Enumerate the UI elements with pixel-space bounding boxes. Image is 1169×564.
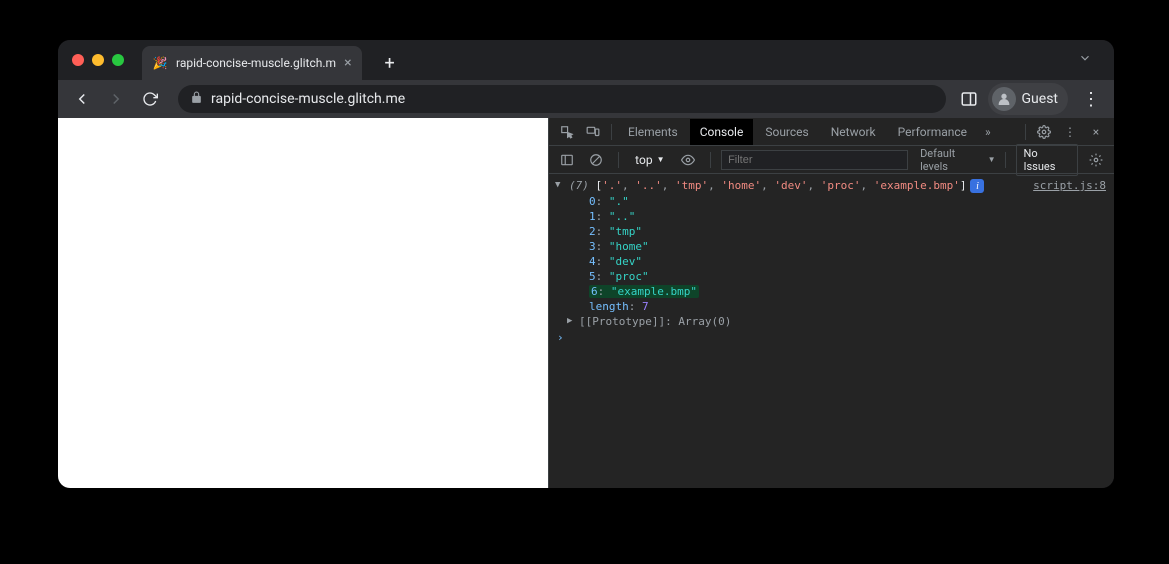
page-viewport[interactable] [58,118,548,488]
traffic-lights [72,54,124,66]
console-toolbar: top ▼ Default levels ▼ No Issues [549,146,1114,174]
array-entry-row[interactable]: 5: "proc" [549,269,1114,284]
console-sidebar-toggle[interactable] [555,148,579,172]
console-prompt[interactable]: › [549,329,1114,346]
clear-console-button[interactable] [585,148,609,172]
tab-performance[interactable]: Performance [888,119,977,145]
info-badge-icon[interactable]: i [970,179,984,193]
reload-button[interactable] [136,85,164,113]
tab-title: rapid-concise-muscle.glitch.m [176,56,336,70]
url-text: rapid-concise-muscle.glitch.me [211,91,934,107]
devtools-settings-button[interactable] [1032,120,1056,144]
inspect-element-button[interactable] [555,120,579,144]
avatar-icon [992,87,1016,111]
titlebar: 🎉 rapid-concise-muscle.glitch.m × + [58,40,1114,80]
array-entry-row[interactable]: 2: "tmp" [549,224,1114,239]
back-button[interactable] [68,85,96,113]
console-output[interactable]: ▼ (7) ['.', '..', 'tmp', 'home', 'dev', … [549,174,1114,488]
tabs-overflow-button[interactable]: » [979,125,997,139]
array-entry-row[interactable]: 4: "dev" [549,254,1114,269]
tab-close-button[interactable]: × [344,55,351,71]
tab-search-button[interactable] [1070,47,1100,73]
tab-console[interactable]: Console [690,119,754,145]
collapse-arrow-icon[interactable]: ▼ [555,180,560,190]
expand-arrow-icon[interactable]: ▶ [567,316,572,326]
prototype-row[interactable]: ▶[[Prototype]]: Array(0) [549,314,1114,329]
array-length-row[interactable]: length: 7 [549,299,1114,314]
browser-menu-button[interactable]: ⋮ [1078,89,1104,110]
console-filter-input[interactable] [721,150,908,170]
devtools-tabbar: Elements Console Sources Network Perform… [549,118,1114,146]
new-tab-button[interactable]: + [376,49,404,77]
toolbar: rapid-concise-muscle.glitch.me Guest ⋮ [58,80,1114,118]
array-entry-row[interactable]: 0: "." [549,194,1114,209]
live-expression-button[interactable] [676,148,700,172]
source-link[interactable]: script.js:8 [1021,179,1106,192]
maximize-window-button[interactable] [112,54,124,66]
array-entry-row[interactable]: 3: "home" [549,239,1114,254]
devtools-panel: Elements Console Sources Network Perform… [548,118,1114,488]
array-entry-row[interactable]: 1: ".." [549,209,1114,224]
context-selector[interactable]: top ▼ [629,151,670,169]
tab-network[interactable]: Network [821,119,886,145]
content-area: Elements Console Sources Network Perform… [58,118,1114,488]
close-window-button[interactable] [72,54,84,66]
toolbar-right: Guest ⋮ [960,83,1104,115]
log-levels-selector[interactable]: Default levels ▼ [920,147,995,173]
browser-window: 🎉 rapid-concise-muscle.glitch.m × + rapi… [58,40,1114,488]
console-log-summary[interactable]: ▼ (7) ['.', '..', 'tmp', 'home', 'dev', … [549,178,1114,194]
console-settings-button[interactable] [1084,148,1108,172]
array-entry-row[interactable]: 6: "example.bmp" [549,284,1114,299]
devtools-close-button[interactable]: × [1084,120,1108,144]
tab-favicon: 🎉 [152,55,168,71]
device-toolbar-button[interactable] [581,120,605,144]
minimize-window-button[interactable] [92,54,104,66]
tab-elements[interactable]: Elements [618,119,688,145]
address-bar[interactable]: rapid-concise-muscle.glitch.me [178,85,946,113]
devtools-menu-button[interactable]: ⋮ [1058,120,1082,144]
profile-button[interactable]: Guest [988,83,1068,115]
profile-label: Guest [1022,91,1058,107]
lock-icon [190,91,203,108]
forward-button[interactable] [102,85,130,113]
tab-sources[interactable]: Sources [755,119,818,145]
panel-toggle-icon[interactable] [960,90,978,108]
issues-button[interactable]: No Issues [1016,144,1078,176]
browser-tab[interactable]: 🎉 rapid-concise-muscle.glitch.m × [142,46,362,80]
